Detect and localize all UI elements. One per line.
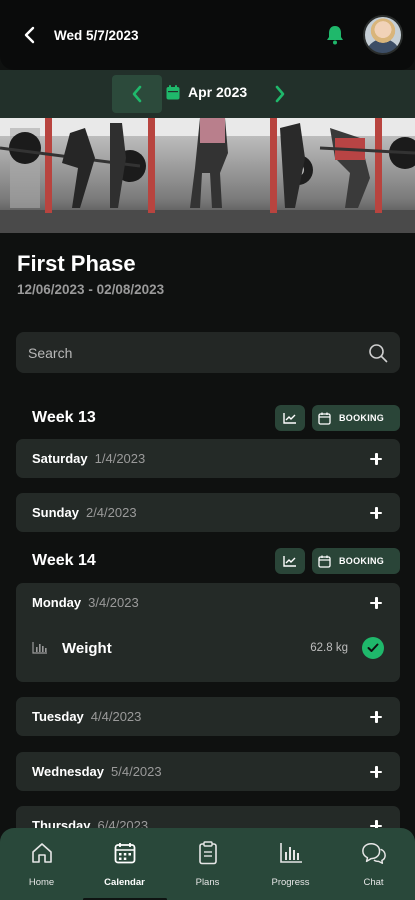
booking-label: BOOKING <box>339 556 385 566</box>
month-label: Apr 2023 <box>188 84 248 100</box>
calendar-icon <box>166 84 180 99</box>
add-icon[interactable] <box>368 505 384 521</box>
search-input[interactable] <box>28 344 368 361</box>
nav-label: Calendar <box>104 877 145 888</box>
check-icon <box>362 637 384 659</box>
add-icon[interactable] <box>368 764 384 780</box>
booking-button[interactable]: BOOKING <box>312 405 400 431</box>
week-header: Week 14 BOOKING <box>16 547 400 575</box>
notifications-button[interactable] <box>323 23 347 47</box>
home-icon <box>29 840 55 866</box>
add-icon[interactable] <box>368 451 384 467</box>
day-date: 5/4/2023 <box>111 764 162 779</box>
day-date: 3/4/2023 <box>88 595 139 610</box>
bell-icon <box>327 26 343 45</box>
chevron-left-icon <box>132 85 142 103</box>
add-icon[interactable] <box>368 709 384 725</box>
header-date: Wed 5/7/2023 <box>54 27 139 43</box>
nav-label: Plans <box>195 877 220 888</box>
next-month-button[interactable] <box>270 83 290 105</box>
chat-icon <box>361 840 387 866</box>
search-icon[interactable] <box>368 343 388 363</box>
line-chart-icon <box>283 556 296 567</box>
day-card-expanded: Monday 3/4/2023 Weight 62.8 kg <box>16 583 400 682</box>
month-selector[interactable]: Apr 2023 <box>166 84 247 100</box>
calendar-icon <box>112 840 138 866</box>
clipboard-icon <box>195 840 221 866</box>
day-name: Saturday <box>32 451 88 466</box>
back-button[interactable] <box>20 25 40 45</box>
search-bar <box>16 332 400 373</box>
metric-entry[interactable]: Weight 62.8 kg <box>16 622 400 674</box>
nav-progress[interactable]: Progress <box>256 840 326 900</box>
metric-value: 62.8 kg <box>310 642 348 654</box>
day-row[interactable]: Sunday 2/4/2023 <box>16 493 400 532</box>
day-row[interactable]: Saturday 1/4/2023 <box>16 439 400 478</box>
day-name: Sunday <box>32 505 79 520</box>
chevron-left-icon <box>24 26 35 44</box>
nav-label: Progress <box>271 877 310 888</box>
calendar-icon <box>318 555 331 568</box>
day-row[interactable]: Monday 3/4/2023 <box>16 583 400 622</box>
day-row[interactable]: Wednesday 5/4/2023 <box>16 752 400 791</box>
line-chart-icon <box>283 413 296 424</box>
top-header: Wed 5/7/2023 <box>0 0 415 70</box>
week-title: Week 13 <box>32 409 96 426</box>
booking-label: BOOKING <box>339 413 385 423</box>
day-name: Tuesday <box>32 709 84 724</box>
plan-title: First Phase <box>17 251 136 276</box>
day-row[interactable]: Tuesday 4/4/2023 <box>16 697 400 736</box>
nav-home[interactable]: Home <box>7 840 77 900</box>
day-name: Wednesday <box>32 764 105 779</box>
plan-cover-image <box>0 118 415 233</box>
day-date: 4/4/2023 <box>90 709 142 724</box>
plan-date-range: 12/06/2023 - 02/08/2023 <box>17 282 165 297</box>
week-title: Week 14 <box>32 552 96 569</box>
week-stats-button[interactable] <box>275 405 305 431</box>
bar-chart-icon <box>32 642 47 654</box>
booking-button[interactable]: BOOKING <box>312 548 400 574</box>
day-date: 2/4/2023 <box>85 505 137 520</box>
week-header: Week 13 BOOKING <box>16 404 400 432</box>
avatar[interactable] <box>363 15 403 55</box>
calendar-icon <box>318 412 331 425</box>
week-stats-button[interactable] <box>275 548 305 574</box>
previous-month-button[interactable] <box>112 75 162 113</box>
bar-chart-icon <box>278 840 304 866</box>
nav-chat[interactable]: Chat <box>339 840 409 900</box>
nav-plans[interactable]: Plans <box>173 840 243 900</box>
nav-label: Chat <box>363 877 384 888</box>
metric-label: Weight <box>62 639 112 657</box>
nav-calendar[interactable]: Calendar <box>82 840 167 900</box>
nav-label: Home <box>28 877 55 888</box>
day-name: Monday <box>32 595 82 610</box>
add-icon[interactable] <box>368 595 384 611</box>
chevron-right-icon <box>275 85 285 103</box>
month-navigation: Apr 2023 <box>0 70 415 118</box>
bottom-navigation: Home Calendar Plans Progress Chat <box>0 828 415 900</box>
day-date: 1/4/2023 <box>94 451 146 466</box>
